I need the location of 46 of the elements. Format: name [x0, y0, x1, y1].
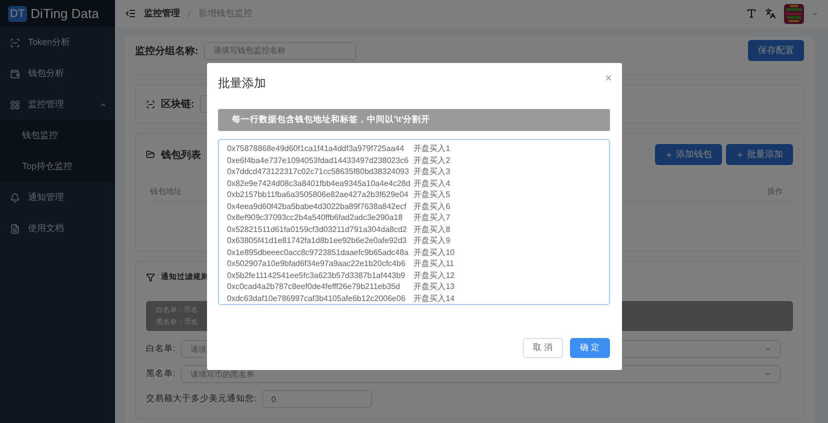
sidebar-item[interactable]: 使用文档: [0, 213, 115, 244]
form-label: 交易额大于多少美元通知您:: [146, 393, 256, 405]
menu-icon[interactable]: [125, 8, 136, 19]
input-field[interactable]: 请填写钱包监控名称: [204, 42, 356, 60]
add-button[interactable]: 添加钱包: [655, 144, 722, 165]
column-header: 操作: [767, 186, 783, 197]
sidebar-subitem[interactable]: Top持仓监控: [0, 151, 115, 182]
sidebar-item[interactable]: 监控管理: [0, 89, 115, 120]
logo: DT: [8, 6, 27, 22]
document-icon: [10, 224, 20, 234]
scan-icon: [146, 100, 155, 108]
form-label: 白名单:: [146, 343, 176, 355]
breadcrumb-separator: /: [188, 8, 191, 18]
folder-icon: [146, 150, 155, 159]
section-title: 钱包列表: [161, 148, 201, 162]
close-button[interactable]: ×: [604, 71, 612, 85]
bell-icon: [10, 192, 20, 202]
plus-icon: [736, 150, 744, 158]
sidebar-item[interactable]: Token分析: [0, 27, 115, 58]
cancel-button[interactable]: 取 消: [523, 338, 563, 358]
form-label: 监控分组名称:: [135, 44, 198, 58]
chevron-icon: [764, 370, 772, 378]
column-header: 钱包地址: [150, 186, 182, 197]
breadcrumb-item[interactable]: 监控管理: [144, 7, 180, 20]
sidebar-item[interactable]: 钱包分析: [0, 58, 115, 89]
input-field[interactable]: 0: [262, 390, 372, 408]
sidebar-item[interactable]: 通知管理: [0, 182, 115, 213]
brand-name: DiTing Data: [30, 6, 99, 21]
sidebar-subitem[interactable]: 钱包监控: [0, 120, 115, 151]
wallet-icon: [10, 68, 20, 78]
save-button[interactable]: 保存配置: [748, 40, 804, 61]
grid-icon: [10, 100, 20, 110]
form-label: 黑名单:: [146, 368, 176, 380]
add-button[interactable]: 批量添加: [726, 144, 793, 165]
chevron-icon: [764, 345, 772, 353]
textarea-field[interactable]: 0x75878868e49d60f1ca1f41a4ddf3a979f725aa44 开盘买入1 0xe6f4ba4e737e1094053fdad14433497d238023c6 开盘买入2 0x7ddcd473122317c02c71cc58635f80bd38324093 开盘买入3 0x82e9e7424d08c3a8401fbb4ea9345a10a4e4c28d 开盘买入4 0xb2157bb11fba6a3505806e82ae427a2b3f629e04 开盘买入5 0x4eea9d60f42ba5babe4d3022ba89f7638a842ecf 开盘买入6 0x8ef909c37093cc2b4a540ffb6fad2adc3e290a18 开盘买入7 0x52821511d61fa0159cf3d03211d791a304da8cd2 开盘买入8 0x63805f41d1e81742fa1d8b1ee92b6e2e0afe92d3 开盘买入9 0x1e895dbeeec0acc8c9723851daaefc9b65adc48a 开盘买入10 0x502907a10e9bfad6f34e97a9aac22e1b20cfc4b6 开盘买入11 0x5b2fe11142541ee5fc3a623b57d3387b1af443b9 开盘买入12 0xc0cad4a2b787c8eef0de4fefff26e79b211eb35d 开盘买入13 0xdc63daf10e786997caf3b4105afe6b12c2006e06 开盘买入14: [218, 139, 610, 305]
plus-icon: [665, 150, 673, 158]
form-label: 区块链:: [161, 98, 194, 111]
scan-icon: [10, 38, 20, 48]
filter-icon: [146, 272, 155, 282]
caret-icon: [812, 10, 818, 16]
dialog-title: 批量添加: [218, 75, 266, 92]
hint-banner: 每一行数据包含钱包地址和标签，中间以'\t'分割开: [218, 109, 610, 131]
confirm-button[interactable]: 确 定: [570, 338, 610, 358]
translate-icon[interactable]: [765, 8, 776, 19]
font-size-icon[interactable]: [746, 8, 757, 19]
